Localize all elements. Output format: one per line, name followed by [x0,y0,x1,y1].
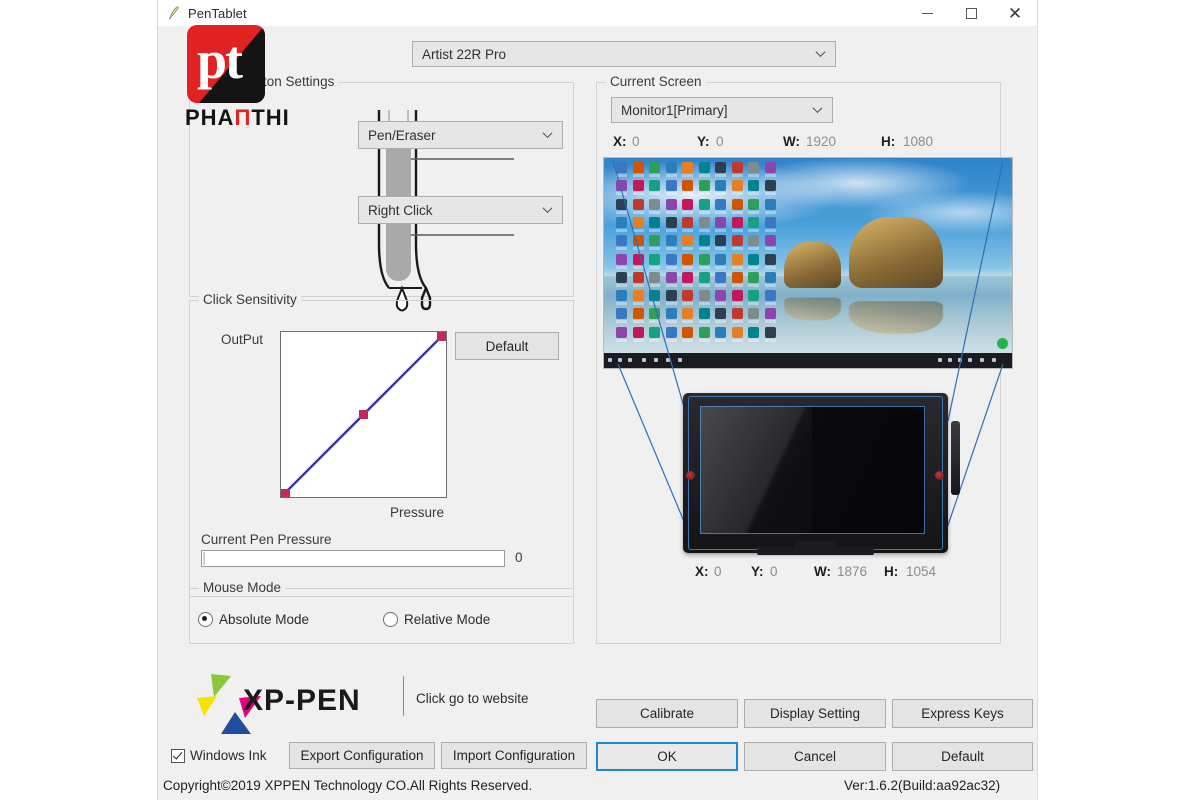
import-configuration-button[interactable]: Import Configuration [441,742,587,769]
monitor-preview [603,157,1013,369]
wallpaper-rock-reflection-small [783,297,841,321]
tablet-w-value: 1876 [837,564,868,579]
screen-h-value: 1080 [903,134,934,149]
radio-dot-icon [383,612,398,627]
tablet-x-key: X: [695,564,709,579]
chevron-down-icon [817,49,826,58]
watermark-name-part2: THI [251,105,290,130]
brand-divider [403,676,404,716]
windows-ink-label: Windows Ink [190,748,267,763]
tablet-dial-right-icon [935,471,944,480]
express-keys-label: Express Keys [921,706,1004,721]
barrel-bottom-button-select[interactable]: Right Click [358,196,563,224]
barrel-bottom-button-value: Right Click [368,202,433,218]
chevron-down-icon [544,205,553,214]
windows-ink-checkbox[interactable]: Windows Ink [171,748,267,763]
radio-relative-mode-label: Relative Mode [404,612,491,627]
tablet-w-key: W: [814,564,831,579]
click-sensitivity-title: Click Sensitivity [199,292,301,307]
footer-default-button[interactable]: Default [892,742,1033,771]
wallpaper-rock-reflection-large [848,301,943,334]
wallpaper-rock-large [848,216,943,289]
wallpaper-rock-small [783,242,841,289]
xppen-wordmark[interactable]: XP-PEN [243,684,361,718]
screen-w-value: 1920 [806,134,837,149]
watermark-monogram: pt [197,30,243,90]
chevron-down-icon [814,105,823,114]
current-pen-pressure-value: 0 [515,550,523,565]
tablet-y-key: Y: [751,564,764,579]
current-pen-pressure-label: Current Pen Pressure [201,532,332,547]
tablet-screen-gloss [700,405,812,534]
title-bar: PenTablet ✕ [158,0,1037,26]
pressure-axis-label: Pressure [390,505,445,520]
display-setting-button[interactable]: Display Setting [744,699,886,728]
phanthi-watermark: pt PHAΠTHI [185,25,317,135]
monitor-select[interactable]: Monitor1[Primary] [611,97,833,123]
tablet-stylus [951,421,960,495]
output-axis-label: OutPut [221,332,264,347]
mouse-mode-title: Mouse Mode [199,580,286,595]
tablet-h-value: 1054 [906,564,937,579]
current-pen-pressure-bar [201,550,505,567]
minimize-button[interactable] [905,0,949,26]
maximize-button[interactable] [949,0,993,26]
cancel-button[interactable]: Cancel [744,742,886,771]
device-select[interactable]: Artist 22R Pro [412,41,836,67]
watermark-name: PHAΠTHI [185,105,290,131]
copyright-text: Copyright©2019 XPPEN Technology CO.All R… [163,778,533,793]
import-configuration-label: Import Configuration [452,748,576,763]
tablet-y-value: 0 [770,564,778,579]
footer-default-label: Default [941,749,984,764]
export-configuration-label: Export Configuration [300,748,424,763]
screen-y-key: Y: [697,134,710,149]
barrel-top-button-select[interactable]: Pen/Eraser [358,121,563,149]
calibrate-label: Calibrate [639,706,695,721]
screenshot-root: PenTablet ✕ Artist 22R Pro Barrel Button… [0,0,1200,800]
screen-w-key: W: [783,134,800,149]
screen-x-key: X: [613,134,627,149]
radio-relative-mode[interactable]: Relative Mode [383,612,490,627]
taskbar [604,353,1012,368]
calibrate-button[interactable]: Calibrate [596,699,738,728]
radio-absolute-mode-label: Absolute Mode [219,612,310,627]
website-link[interactable]: Click go to website [416,691,529,706]
tablet-x-value: 0 [714,564,722,579]
tablet-h-key: H: [884,564,899,579]
client-area: Artist 22R Pro Barrel Button Settings Pe… [158,26,1037,800]
checkbox-icon [171,748,185,763]
barrel-top-button-value: Pen/Eraser [368,127,436,143]
sensitivity-default-button[interactable]: Default [455,332,559,360]
screen-y-value: 0 [716,134,724,149]
window-title: PenTablet [188,5,247,21]
tablet-stand-base [757,547,874,555]
export-configuration-button[interactable]: Export Configuration [289,742,435,769]
screen-h-key: H: [881,134,896,149]
screen-x-value: 0 [632,134,640,149]
version-text: Ver:1.6.2(Build:aa92ac32) [844,778,1001,793]
cancel-label: Cancel [793,749,837,764]
sensitivity-curve-graph[interactable] [280,331,447,498]
radio-absolute-mode[interactable]: Absolute Mode [198,612,309,627]
watermark-badge: pt [187,25,265,103]
tablet-dial-left-icon [686,471,695,480]
display-setting-label: Display Setting [769,706,861,721]
monitor-select-value: Monitor1[Primary] [621,102,728,118]
ok-button[interactable]: OK [596,742,738,771]
window-controls: ✕ [905,0,1037,26]
tablet-device-illustration [683,393,960,555]
express-keys-button[interactable]: Express Keys [892,699,1033,728]
watermark-name-accent: Π [234,105,252,130]
watermark-name-part1: PHA [185,105,235,130]
current-screen-title: Current Screen [606,74,706,89]
ok-label: OK [657,749,677,764]
radio-dot-icon [198,612,213,627]
sensitivity-default-label: Default [485,338,529,354]
pen-tablet-icon [164,3,184,23]
close-button[interactable]: ✕ [993,0,1037,26]
curve-svg [281,332,446,498]
device-select-value: Artist 22R Pro [422,46,507,62]
chevron-down-icon [544,130,553,139]
